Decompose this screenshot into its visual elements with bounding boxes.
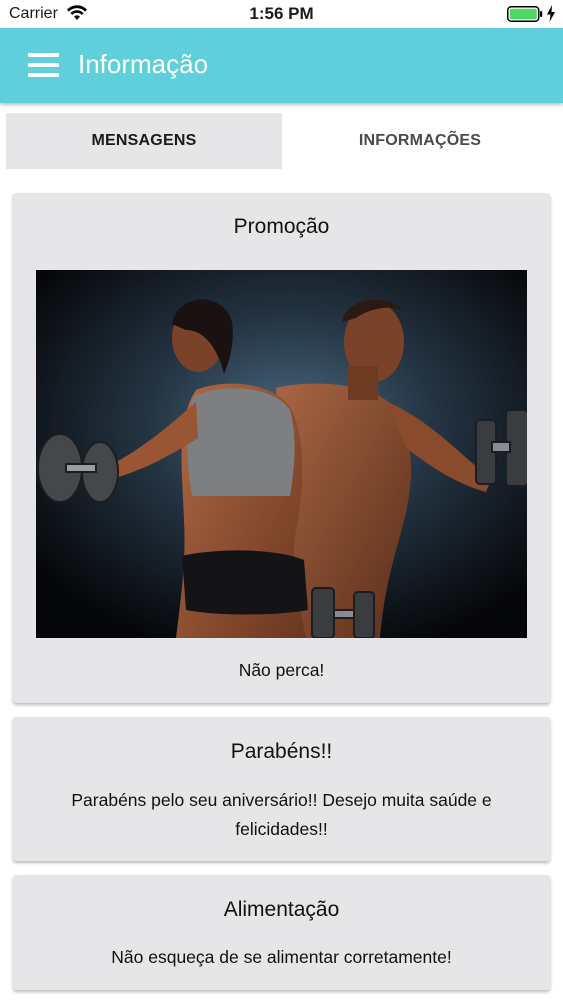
battery-icon	[507, 6, 543, 22]
charging-icon	[547, 5, 555, 22]
card-title: Promoção	[233, 215, 330, 238]
message-card-promocao[interactable]: Promoção Não perca!	[13, 193, 550, 703]
card-body: Não perca!	[238, 660, 325, 680]
page-title: Informação	[78, 49, 209, 79]
hamburger-menu-icon[interactable]	[28, 53, 59, 77]
status-time: 1:56 PM	[249, 4, 314, 23]
card-title: Alimentação	[223, 898, 340, 921]
card-body: Não esqueça de se alimentar corretamente…	[111, 947, 452, 967]
tab-mensagens[interactable]: MENSAGENS	[6, 113, 282, 169]
fitness-couple-image	[36, 270, 527, 638]
message-card-alimentacao[interactable]: Alimentação Não esqueça de se alimentar …	[13, 875, 550, 990]
message-card-parabens[interactable]: Parabéns!! Parabéns pelo seu aniversário…	[13, 717, 550, 861]
app-header: Informação	[0, 28, 563, 103]
card-title: Parabéns!!	[230, 740, 333, 763]
tab-informacoes[interactable]: INFORMAÇÕES	[282, 113, 558, 169]
card-body: Parabéns pelo seu aniversário!! Desejo m…	[71, 790, 492, 839]
status-bar: Carrier 1:56 PM	[0, 0, 563, 28]
promotion-photo	[36, 270, 527, 638]
